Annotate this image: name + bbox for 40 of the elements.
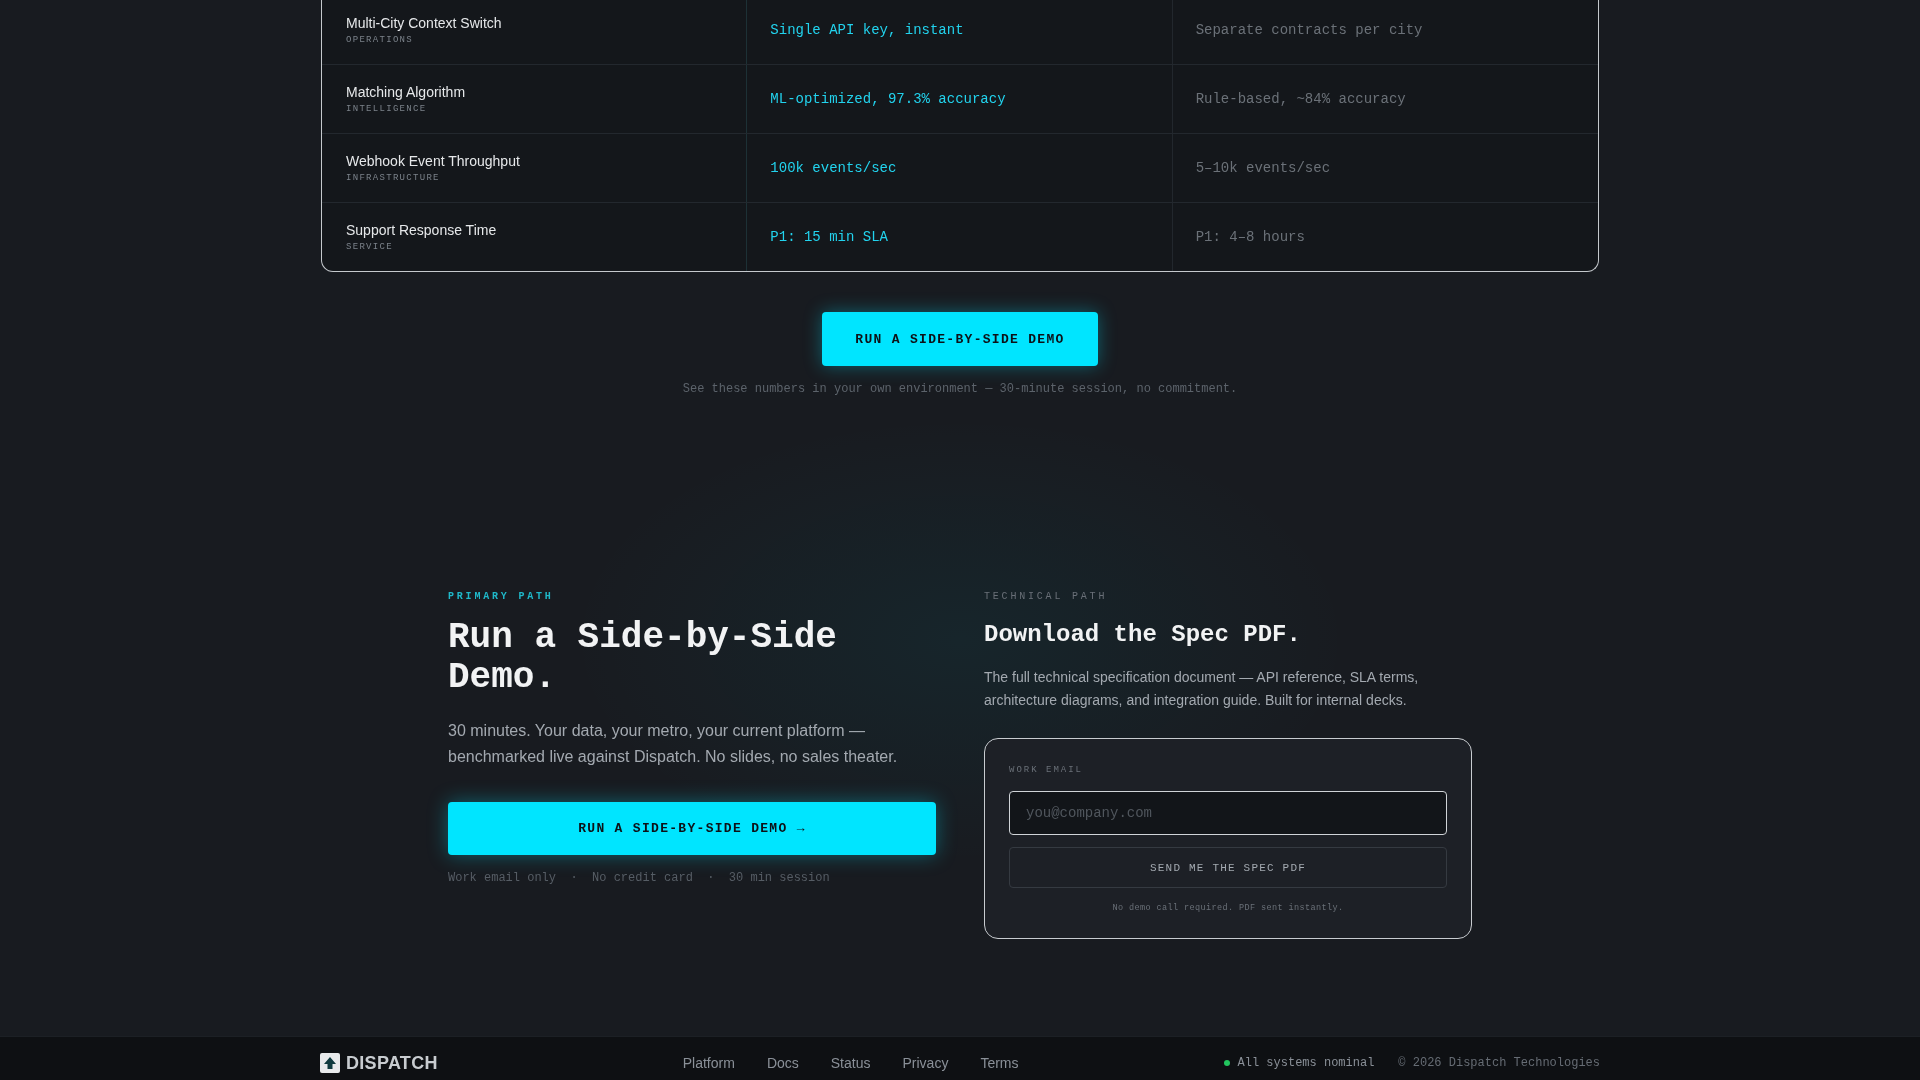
table-cell-text: P1: 4–8 hours [1194,228,1306,247]
field-label: WORK EMAIL [1009,764,1084,777]
table-cell: ML-optimized, 97.3% accuracy [747,65,1173,133]
feature-category: INFRASTRUCTURE [346,172,440,184]
table-cell-text: Rule-based, ~84% accuracy [1194,90,1407,109]
brand-name: DISPATCH [346,1051,438,1074]
send-pdf-button[interactable]: SEND ME THE SPEC PDF [1009,847,1447,888]
footer-link[interactable]: Status [830,1053,871,1072]
footer-link[interactable]: Privacy [902,1053,949,1072]
table-cell: P1: 15 min SLA [747,203,1173,271]
table-cell-text: 5–10k events/sec [1194,159,1332,178]
section-heading: Run a Side-by-Side Demo. [448,618,838,698]
feature-name: Support Response Time [346,221,497,239]
section-heading: Download the Spec PDF. [984,620,1301,650]
status-dot-icon [1223,1059,1230,1066]
feature-category: OPERATIONS [346,34,413,46]
demo-button[interactable]: RUN A SIDE-BY-SIDE DEMO [822,312,1098,366]
footer-link[interactable]: Terms [980,1053,1019,1072]
demo-footnote: Work email only · No credit card · 30 min session [448,870,830,886]
cta-note: See these numbers in your own environment — 30-minute session, no commitment. [682,381,1238,398]
footer-link[interactable]: Docs [766,1053,799,1072]
feature-category: INTELLIGENCE [346,103,427,115]
demo-button[interactable]: RUN A SIDE-BY-SIDE DEMO → [448,802,936,855]
form-note: No demo call required. PDF sent instantly. [1112,902,1344,914]
table-cell: Single API key, instant [747,0,1173,64]
table-cell: 100k events/sec [747,134,1173,202]
status-text: All systems nominal [1237,1054,1375,1071]
copyright-text: © 2026 Dispatch Technologies [1398,1054,1600,1071]
logo-icon [320,1052,340,1073]
eyebrow-label: PRIMARY PATH [448,590,554,604]
feature-name: Matching Algorithm [346,83,466,101]
section-description: 30 minutes. Your data, your metro, your current platform — benchmarked live against Dispatch. No slides, no sales theater. [448,721,899,767]
table-cell-text: Separate contracts per city [1194,21,1424,40]
feature-category: SERVICE [346,241,393,253]
email-input-field[interactable]: you@company.com [1009,791,1447,835]
eyebrow-label: TECHNICAL PATH [984,590,1108,604]
feature-name: Webhook Event Throughput [346,152,520,170]
feature-name: Multi-City Context Switch [346,14,502,32]
footer-link[interactable]: Platform [682,1053,735,1072]
section-description: The full technical specification document — API reference, SLA terms, architecture diagrams, and integration guide. Built for internal decks. [984,668,1420,710]
